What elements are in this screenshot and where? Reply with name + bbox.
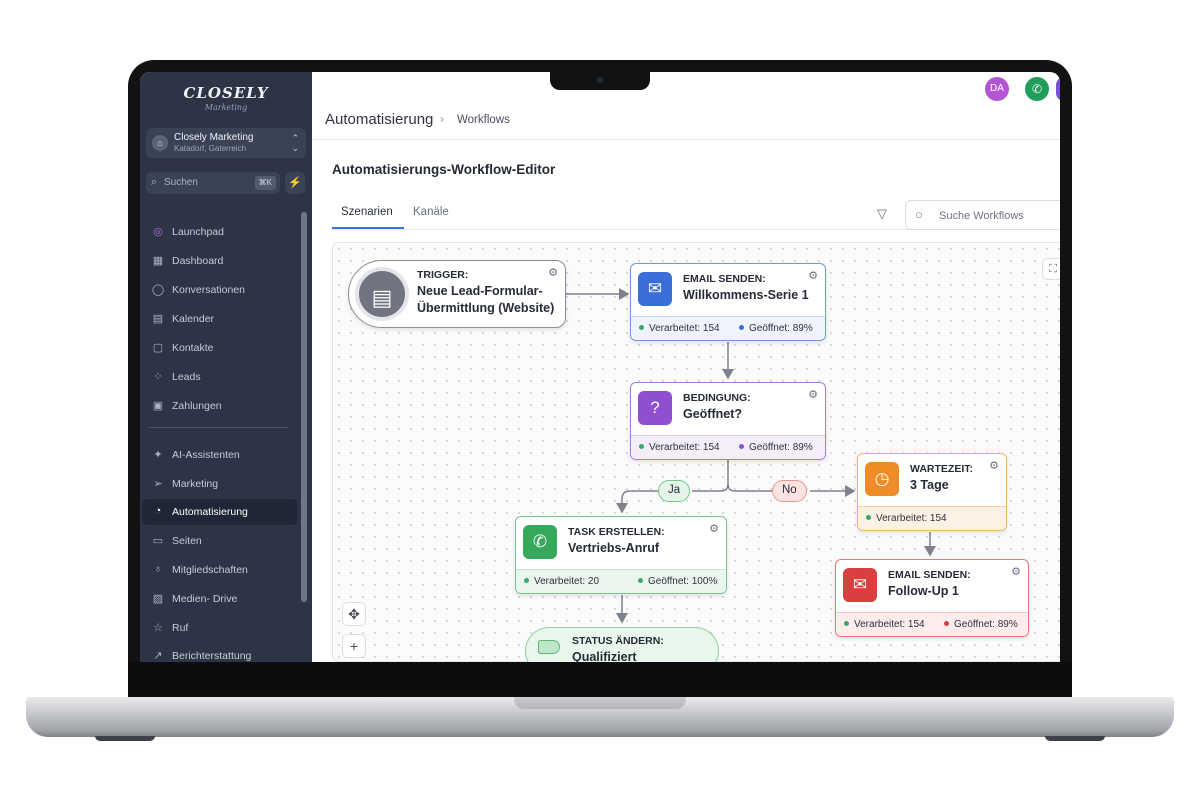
opened-stat: Geöffnet: 100% [638,576,717,587]
processed-value: Verarbeitet: 154 [876,513,947,524]
opened-value: Geöffnet: 89% [954,619,1018,630]
processed-stat: Verarbeitet: 154 [844,619,925,630]
gear-icon[interactable]: ⚙ [808,269,818,282]
node-label: Vertriebs-Anruf [568,541,659,555]
node-stats: Verarbeitet: 154 [858,506,1006,530]
move-icon[interactable]: ✥ [342,602,366,626]
processed-stat: Verarbeitet: 20 [524,576,599,587]
node-stats: Verarbeitet: 154 Geöffnet: 89% [836,612,1028,636]
node-label: Geöffnet? [683,407,743,421]
node-kind: TASK ERSTELLEN: [568,526,665,538]
processed-stat: Verarbeitet: 154 [639,442,720,453]
status-change-node[interactable]: STATUS ÄNDERN: Qualifiziert [525,627,719,662]
node-kind: STATUS ÄNDERN: [572,635,664,647]
opened-stat: Geöffnet: 89% [944,619,1018,630]
opened-value: Geöffnet: 89% [749,442,813,453]
gear-icon[interactable]: ⚙ [989,459,999,472]
question-icon: ? [638,391,672,425]
node-stats: Verarbeitet: 20 Geöffnet: 100% [516,569,726,593]
laptop-foot-left [95,736,155,741]
processed-value: Verarbeitet: 154 [649,442,720,453]
branch-yes-label[interactable]: Ja [658,480,691,502]
processed-stat: Verarbeitet: 154 [639,323,720,334]
node-stats: Verarbeitet: 154 Geöffnet: 89% [631,316,825,340]
email-send-node-1[interactable]: ✉ EMAIL SENDEN: Willkommens-Serie 1 ⚙ Ve… [630,263,826,341]
node-kind: BEDINGUNG: [683,392,751,404]
gear-icon[interactable]: ⚙ [808,388,818,401]
processed-value: Verarbeitet: 154 [854,619,925,630]
camera-icon [597,77,603,83]
node-stats: Verarbeitet: 154 Geöffnet: 89% [631,435,825,459]
processed-stat: Verarbeitet: 154 [866,513,947,524]
node-kind: EMAIL SENDEN: [888,569,971,581]
node-label: Follow-Up 1 [888,584,959,598]
processed-value: Verarbeitet: 154 [649,323,720,334]
node-label: Neue Lead-Formular-Übermittlung (Website… [417,284,555,315]
branch-no-label[interactable]: No [772,480,807,502]
screen: CLOSELY Marketing ⌂ Closely Marketing Ka… [140,72,1060,662]
mail-icon: ✉ [638,272,672,306]
processed-value: Verarbeitet: 20 [534,576,600,587]
opened-stat: Geöffnet: 89% [739,442,813,453]
wait-node[interactable]: ◷ WARTEZEIT: 3 Tage ⚙ Verarbeitet: 154 [857,453,1007,531]
node-label: Willkommens-Serie 1 [683,288,809,302]
mail-icon: ✉ [843,568,877,602]
laptop-opening-notch [514,697,686,709]
node-kind: EMAIL SENDEN: [683,273,766,285]
camera-notch [550,72,650,90]
node-kind: WARTEZEIT: [910,463,973,475]
laptop-chin [128,662,1072,698]
condition-node[interactable]: ? BEDINGUNG: Geöffnet? ⚙ Verarbeitet: 15… [630,382,826,460]
gear-icon[interactable]: ⚙ [1011,565,1021,578]
gear-icon[interactable]: ⚙ [709,522,719,535]
tag-icon [538,640,560,654]
laptop-foot-right [1045,736,1105,741]
email-send-node-2[interactable]: ✉ EMAIL SENDEN: Follow-Up 1 ⚙ Verarbeite… [835,559,1029,637]
zoom-in-button[interactable]: + [342,634,366,658]
trigger-node[interactable]: ▤ TRIGGER: Neue Lead-Formular-Übermittlu… [348,260,566,328]
opened-value: Geöffnet: 89% [749,323,813,334]
node-label: 3 Tage [910,478,949,492]
phone-icon: ✆ [523,525,557,559]
form-icon: ▤ [355,267,409,321]
opened-value: Geöffnet: 100% [648,576,718,587]
node-label: Qualifiziert [572,650,637,662]
gear-icon[interactable]: ⚙ [548,266,558,279]
node-kind: TRIGGER: [417,269,469,281]
task-create-node[interactable]: ✆ TASK ERSTELLEN: Vertriebs-Anruf ⚙ Vera… [515,516,727,594]
opened-stat: Geöffnet: 89% [739,323,813,334]
clock-icon: ◷ [865,462,899,496]
